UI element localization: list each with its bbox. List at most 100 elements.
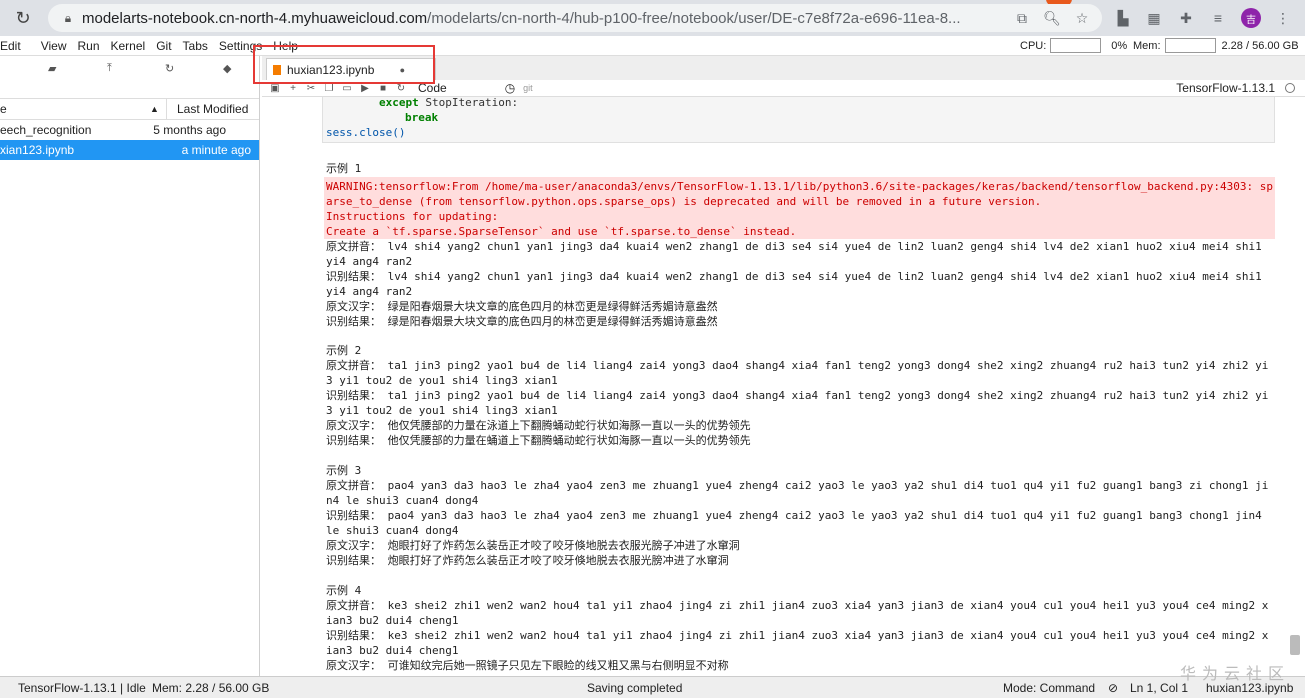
output-line: ian3 bu2 dui4 cheng1	[326, 614, 459, 627]
sort-arrow-icon[interactable]: ▲	[150, 104, 159, 114]
menu-tabs[interactable]: Tabs	[183, 39, 208, 53]
example-title: 示例 1	[326, 162, 362, 175]
git-clone-icon[interactable]: ◆	[223, 62, 231, 75]
file-row[interactable]: xian123.ipynb a minute ago	[0, 140, 259, 160]
output-line: ian3 bu2 dui4 cheng1	[326, 644, 459, 657]
translate-icon[interactable]: ⧉	[1012, 8, 1032, 28]
stop-icon[interactable]: ■	[378, 83, 388, 94]
kernel-name[interactable]: TensorFlow-1.13.1	[1176, 81, 1275, 95]
column-last-modified[interactable]: Last Modified	[177, 102, 248, 116]
save-status: Saving completed	[587, 681, 683, 695]
cpu-label: CPU:	[1020, 39, 1047, 52]
example-title: 示例 4	[326, 584, 362, 597]
lock-icon[interactable]: 🔒︎	[60, 10, 76, 26]
url-text[interactable]: modelarts-notebook.cn-north-4.myhuaweicl…	[82, 10, 1002, 27]
menu-run[interactable]: Run	[77, 39, 99, 53]
scrollbar-thumb[interactable]	[1290, 635, 1300, 655]
file-browser: ▰ ⤒ ↻ ◆ e ▲ Last Modified eech_recogniti…	[0, 56, 260, 676]
output-line: 原文拼音： ta1 jin3 ping2 yao1 bu4 de li4 lia…	[326, 359, 1269, 372]
file-modified: 5 months ago	[153, 123, 226, 137]
file-row[interactable]: eech_recognition 5 months ago	[0, 120, 259, 140]
output-line: yi4 ang4 ran2	[326, 285, 413, 298]
output-line: 3 yi1 tou2 de you1 shi4 ling3 xian1	[326, 374, 558, 387]
output-line: 识别结果： pao4 yan3 da3 hao3 le zha4 yao4 ze…	[326, 509, 1262, 522]
browser-menu-icon[interactable]: ⋮	[1272, 7, 1294, 29]
url-host: modelarts-notebook.cn-north-4.myhuaweicl…	[82, 9, 428, 27]
output-line: 原文汉字： 他仅凭腰部的力量在泳道上下翻腾蛹动蛇行状如海豚一直以一头的优势领先	[326, 419, 751, 432]
output-line: 识别结果： 炮眼打好了炸药怎么装岳正才咬了咬牙倏地脱去衣服光膀冲进了水窜洞	[326, 554, 729, 567]
notebook-area: huxian123.ipynb ● ▣ + ✂ ❐ ▭ ▶ ■ ↻ Code ◷…	[262, 56, 1305, 676]
run-icon[interactable]: ▶	[360, 83, 370, 94]
output-line: 原文拼音： lv4 shi4 yang2 chun1 yan1 jing3 da…	[326, 240, 1262, 253]
file-name: xian123.ipynb	[0, 143, 75, 157]
output-line: 原文汉字： 绿是阳春烟景大块文章的底色四月的林峦更是绿得鲜活秀媚诗意盎然	[326, 300, 718, 313]
warning-line: arse_to_dense (from tensorflow.python.op…	[326, 195, 1042, 208]
zoom-icon[interactable]: 🔍︎	[1042, 8, 1062, 28]
mem-value: 2.28 / 56.00 GB	[1221, 39, 1299, 52]
media-playlist-icon[interactable]: ≡	[1207, 7, 1229, 29]
output-line: 原文拼音： pao4 yan3 da3 hao3 le zha4 yao4 ze…	[326, 479, 1269, 492]
keyword-except: except	[379, 97, 419, 109]
highlight-box	[253, 45, 435, 84]
mem-bar	[1164, 38, 1216, 53]
file-name: eech_recognition	[0, 123, 92, 137]
output-line: 原文汉字： 可谁知纹完后她一照镜子只见左下眼睑的线又粗又黑与右侧明显不对称	[326, 659, 729, 672]
code-line: except StopIteration:	[379, 97, 518, 109]
status-bar: TensorFlow-1.13.1 | Idle Mem: 2.28 / 56.…	[0, 676, 1305, 698]
git-label[interactable]: git	[523, 83, 533, 93]
restart-icon[interactable]: ↻	[396, 83, 406, 94]
new-folder-icon[interactable]: ▰	[48, 62, 56, 75]
notebook-content[interactable]: except StopIteration: break sess.close()…	[262, 97, 1305, 676]
keyword-break: break	[405, 111, 439, 124]
warning-output: WARNING:tensorflow:From /home/ma-user/an…	[324, 177, 1275, 239]
file-browser-toolbar: ▰ ⤒ ↻ ◆	[0, 56, 259, 98]
watermark: 华为云社区	[1180, 666, 1291, 683]
profile-avatar[interactable]: 吉	[1241, 8, 1261, 28]
memory-status: Mem: 2.28 / 56.00 GB	[152, 681, 270, 695]
output-line: 原文拼音： ke3 shei2 zhi1 wen2 wan2 hou4 ta1 …	[326, 599, 1269, 612]
address-bar[interactable]: 🔒︎ modelarts-notebook.cn-north-4.myhuawe…	[48, 4, 1102, 32]
code-cell[interactable]: except StopIteration: break sess.close()	[322, 97, 1275, 143]
warning-line: Instructions for updating:	[326, 210, 499, 223]
output-line: le shui3 cuan4 dong4	[326, 524, 459, 537]
warning-line: Create a `tf.sparse.SparseTensor` and us…	[326, 225, 797, 238]
output-line: 识别结果： 绿是阳春烟景大块文章的底色四月的林峦更是绿得鲜活秀媚诗意盎然	[326, 315, 718, 328]
save-icon[interactable]: ▣	[270, 83, 280, 94]
menu-kernel[interactable]: Kernel	[111, 39, 146, 53]
kernel-status-icon	[1285, 83, 1295, 93]
extensions-puzzle-icon[interactable]: ✚	[1175, 7, 1197, 29]
example-title: 示例 2	[326, 344, 362, 357]
refresh-icon[interactable]: ↻	[165, 62, 174, 75]
output-line: 识别结果： ke3 shei2 zhi1 wen2 wan2 hou4 ta1 …	[326, 629, 1269, 642]
mem-label: Mem:	[1133, 39, 1161, 52]
menu-git[interactable]: Git	[156, 39, 171, 53]
reload-icon[interactable]: ↻	[10, 5, 36, 31]
menu-view[interactable]: View	[41, 39, 67, 53]
color-extension-icon[interactable]: ▦	[1143, 7, 1165, 29]
code-line: sess.close()	[326, 126, 406, 139]
add-cell-icon[interactable]: +	[288, 83, 298, 94]
mode-status: Mode: Command	[1003, 681, 1096, 695]
browser-toolbar: ↻ 🔒︎ modelarts-notebook.cn-north-4.myhua…	[0, 0, 1305, 36]
memory-meter: Mem: 2.28 / 56.00 GB	[1133, 38, 1299, 53]
cut-icon[interactable]: ✂	[306, 83, 316, 94]
menu-edit[interactable]: Edit	[0, 39, 21, 53]
output-line: 3 yi1 tou2 de you1 shi4 ling3 xian1	[326, 404, 558, 417]
output-line: 识别结果： 他仅凭腰部的力量在蛹道上下翻腾蛹动蛇行状如海豚一直以一头的优势领先	[326, 434, 751, 447]
url-path: /modelarts/cn-north-4/hub-p100-free/note…	[427, 9, 961, 27]
cpu-bar	[1050, 38, 1102, 53]
clock-icon[interactable]: ◷	[505, 81, 515, 95]
pdf-extension-icon[interactable]: ▙	[1112, 7, 1134, 29]
cpu-value: 0%	[1111, 39, 1128, 52]
copy-icon[interactable]: ❐	[324, 83, 334, 94]
bug-icon[interactable]: ⊘	[1108, 681, 1118, 695]
code-text: StopIteration:	[418, 97, 519, 109]
bookmark-star-icon[interactable]: ☆	[1072, 8, 1092, 28]
kernel-status[interactable]: TensorFlow-1.13.1 | Idle	[18, 681, 146, 695]
example-title: 示例 3	[326, 464, 362, 477]
output-line: 识别结果： lv4 shi4 yang2 chun1 yan1 jing3 da…	[326, 270, 1262, 283]
upload-icon[interactable]: ⤒	[107, 62, 112, 75]
file-modified: a minute ago	[181, 143, 251, 157]
column-name[interactable]: e	[0, 102, 7, 116]
paste-icon[interactable]: ▭	[342, 83, 352, 94]
